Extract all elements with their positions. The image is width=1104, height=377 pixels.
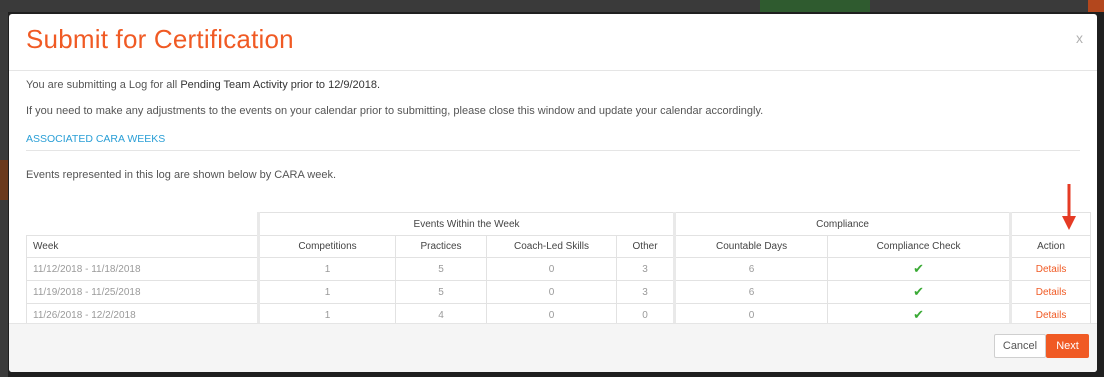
table-header-row: Week Competitions Practices Coach-Led Sk…: [26, 235, 1092, 258]
group-header-blank: [26, 212, 259, 236]
cell-action: Details: [1009, 280, 1092, 304]
section-divider: [26, 150, 1080, 151]
background-toolbar: [0, 0, 1104, 12]
details-link[interactable]: Details: [1036, 310, 1067, 321]
background-sidebar-accent: [0, 160, 8, 200]
col-header-week: Week: [26, 235, 259, 258]
col-header-action: Action: [1009, 235, 1092, 258]
cara-weeks-table-wrap: Events Within the Week Compliance Week C…: [26, 212, 1092, 327]
certification-modal: Submit for Certification x You are submi…: [9, 14, 1097, 372]
intro-prefix: You are submitting a Log for all: [26, 79, 181, 91]
modal-footer: Cancel Next: [9, 323, 1097, 372]
modal-title: Submit for Certification: [26, 24, 294, 54]
details-link[interactable]: Details: [1036, 264, 1067, 275]
group-header-action-blank: [1009, 212, 1092, 236]
checkmark-icon: ✔: [913, 307, 924, 322]
cell-compliance-check: ✔: [827, 257, 1012, 281]
cell-practices: 5: [395, 280, 487, 304]
cara-weeks-table: Events Within the Week Compliance Week C…: [26, 212, 1092, 327]
cell-other: 3: [615, 280, 676, 304]
cell-action: Details: [1009, 257, 1092, 281]
intro-text: You are submitting a Log for all Pending…: [26, 78, 1080, 92]
col-header-countable-days: Countable Days: [673, 235, 829, 258]
col-header-competitions: Competitions: [257, 235, 396, 258]
cell-competitions: 1: [257, 257, 396, 281]
cell-other: 3: [615, 257, 676, 281]
col-header-practices: Practices: [395, 235, 487, 258]
checkmark-icon: ✔: [913, 261, 924, 276]
table-group-header-row: Events Within the Week Compliance: [26, 212, 1092, 236]
modal-header: Submit for Certification x: [9, 14, 1097, 71]
group-header-events: Events Within the Week: [256, 212, 676, 236]
cell-countable-days: 6: [673, 280, 829, 304]
details-link[interactable]: Details: [1036, 287, 1067, 298]
checkmark-icon: ✔: [913, 284, 924, 299]
cell-practices: 5: [395, 257, 487, 281]
cell-coach-led-skills: 0: [486, 257, 617, 281]
cell-compliance-check: ✔: [827, 280, 1012, 304]
cell-week: 11/19/2018 - 11/25/2018: [26, 280, 259, 304]
table-row: 11/19/2018 - 11/25/2018 1 5 0 3 6 ✔ Deta…: [26, 280, 1092, 304]
down-arrow-icon: [1062, 184, 1076, 230]
cell-countable-days: 6: [673, 257, 829, 281]
col-header-coach-led-skills: Coach-Led Skills: [486, 235, 617, 258]
cell-week: 11/12/2018 - 11/18/2018: [26, 257, 259, 281]
table-row: 11/12/2018 - 11/18/2018 1 5 0 3 6 ✔ Deta…: [26, 257, 1092, 281]
next-button[interactable]: Next: [1046, 334, 1089, 358]
events-caption: Events represented in this log are shown…: [26, 169, 336, 181]
col-header-compliance-check: Compliance Check: [827, 235, 1012, 258]
background-green-element: [760, 0, 870, 12]
cell-coach-led-skills: 0: [486, 280, 617, 304]
cell-competitions: 1: [257, 280, 396, 304]
col-header-other: Other: [615, 235, 676, 258]
close-icon[interactable]: x: [1076, 30, 1083, 46]
intro-bold: Pending Team Activity prior to 12/9/2018…: [180, 79, 381, 91]
background-orange-element: [1088, 0, 1104, 12]
group-header-compliance: Compliance: [673, 212, 1012, 236]
cancel-button[interactable]: Cancel: [994, 334, 1046, 358]
associated-cara-weeks-link[interactable]: ASSOCIATED CARA WEEKS: [26, 132, 1080, 146]
modal-body: You are submitting a Log for all Pending…: [26, 78, 1092, 327]
adjust-note: If you need to make any adjustments to t…: [26, 105, 764, 117]
